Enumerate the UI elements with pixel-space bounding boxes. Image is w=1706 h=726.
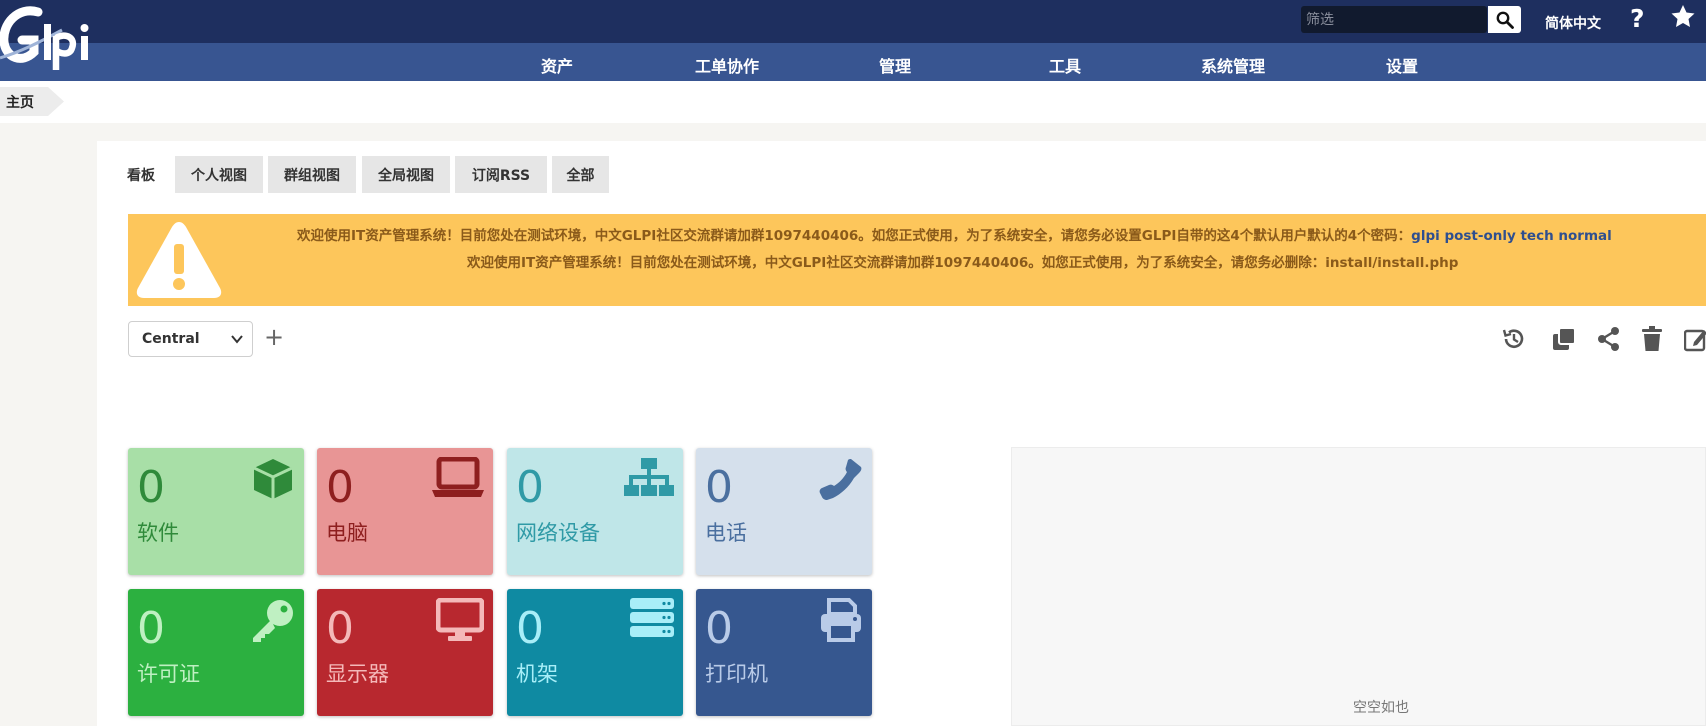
card-monitor[interactable]: 0 显示器 bbox=[317, 589, 493, 716]
alert-line-1: 欢迎使用IT资产管理系统！目前您处在测试环境，中文GLPI社区交流群请加群109… bbox=[297, 224, 1612, 244]
card-count: 0 bbox=[516, 462, 544, 513]
dashboard-select[interactable]: Central bbox=[128, 321, 253, 357]
key-icon bbox=[253, 600, 293, 642]
card-license[interactable]: 0 许可证 bbox=[128, 589, 304, 716]
search-icon bbox=[1496, 11, 1514, 29]
search-input[interactable] bbox=[1301, 6, 1487, 33]
warning-icon bbox=[136, 222, 222, 298]
card-count: 0 bbox=[326, 603, 354, 654]
breadcrumb-home-label: 主页 bbox=[6, 95, 34, 111]
tab-all[interactable]: 全部 bbox=[552, 156, 609, 193]
nav-item-management[interactable]: 管理 bbox=[879, 53, 911, 77]
nav-item-assets[interactable]: 资产 bbox=[541, 53, 573, 77]
language-link[interactable]: 简体中文 bbox=[1545, 13, 1601, 33]
breadcrumb: 主页 bbox=[0, 81, 1706, 123]
empty-widget-text: 空空如也 bbox=[1353, 700, 1409, 716]
dashboard-select-value: Central bbox=[142, 331, 200, 347]
main-nav: 资产 工单协作 管理 工具 系统管理 设置 bbox=[0, 43, 1706, 81]
monitor-icon bbox=[436, 598, 484, 641]
search-box bbox=[1301, 6, 1487, 33]
cube-icon bbox=[253, 459, 293, 499]
network-icon bbox=[624, 458, 674, 496]
laptop-icon bbox=[432, 457, 484, 497]
card-count: 0 bbox=[705, 462, 733, 513]
share-icon[interactable] bbox=[1596, 326, 1622, 352]
card-count: 0 bbox=[137, 603, 165, 654]
server-icon bbox=[630, 598, 674, 637]
tab-global-view[interactable]: 全局视图 bbox=[362, 156, 450, 193]
card-printer[interactable]: 0 打印机 bbox=[696, 589, 872, 716]
card-computer[interactable]: 0 电脑 bbox=[317, 448, 493, 575]
top-bar: 简体中文 ? bbox=[0, 0, 1706, 43]
printer-icon bbox=[821, 598, 861, 642]
card-network-device[interactable]: 0 网络设备 bbox=[507, 448, 683, 575]
empty-widget bbox=[1011, 447, 1706, 726]
tab-dashboard[interactable]: 看板 bbox=[118, 156, 164, 193]
nav-item-administration[interactable]: 系统管理 bbox=[1201, 53, 1265, 77]
chevron-down-icon bbox=[231, 335, 243, 344]
nav-item-assistance[interactable]: 工单协作 bbox=[695, 53, 759, 77]
card-label: 打印机 bbox=[705, 662, 768, 686]
clone-icon[interactable] bbox=[1551, 326, 1577, 352]
card-count: 0 bbox=[516, 603, 544, 654]
default-users-text: glpi post-only tech normal bbox=[1411, 228, 1612, 244]
tab-group-view[interactable]: 群组视图 bbox=[268, 156, 356, 193]
tab-rss[interactable]: 订阅RSS bbox=[455, 156, 547, 193]
search-button[interactable] bbox=[1488, 6, 1521, 33]
card-label: 机架 bbox=[516, 662, 558, 686]
nav-item-setup[interactable]: 设置 bbox=[1386, 53, 1418, 77]
card-label: 网络设备 bbox=[516, 521, 600, 545]
card-count: 0 bbox=[137, 462, 165, 513]
card-software[interactable]: 0 软件 bbox=[128, 448, 304, 575]
glpi-logo[interactable] bbox=[0, 2, 112, 72]
history-icon[interactable] bbox=[1501, 326, 1527, 352]
card-label: 许可证 bbox=[137, 662, 200, 686]
star-icon[interactable] bbox=[1670, 4, 1696, 29]
nav-item-tools[interactable]: 工具 bbox=[1049, 53, 1081, 77]
card-label: 显示器 bbox=[326, 662, 389, 686]
card-label: 电脑 bbox=[326, 521, 368, 545]
add-dashboard-button[interactable]: + bbox=[264, 323, 284, 351]
card-phone[interactable]: 0 电话 bbox=[696, 448, 872, 575]
card-count: 0 bbox=[326, 462, 354, 513]
card-rack[interactable]: 0 机架 bbox=[507, 589, 683, 716]
tab-personal-view[interactable]: 个人视图 bbox=[175, 156, 263, 193]
alert-line-1-text: 欢迎使用IT资产管理系统！目前您处在测试环境，中文GLPI社区交流群请加群109… bbox=[297, 228, 1412, 244]
edit-icon[interactable] bbox=[1684, 326, 1706, 352]
help-icon[interactable]: ? bbox=[1630, 4, 1645, 33]
phone-icon bbox=[819, 459, 862, 500]
alert-line-2: 欢迎使用IT资产管理系统！目前您处在测试环境，中文GLPI社区交流群请加群109… bbox=[467, 255, 1459, 271]
trash-icon[interactable] bbox=[1640, 326, 1664, 352]
card-label: 电话 bbox=[705, 521, 747, 545]
card-count: 0 bbox=[705, 603, 733, 654]
breadcrumb-home[interactable]: 主页 bbox=[0, 87, 64, 116]
card-label: 软件 bbox=[137, 521, 179, 545]
